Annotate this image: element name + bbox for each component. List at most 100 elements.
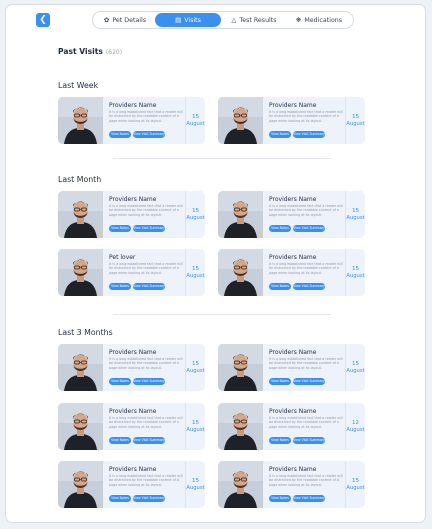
view-notes-button[interactable]: View Notes [109,437,131,444]
provider-name: Providers Name [269,254,317,261]
provider-photo [58,191,103,238]
visit-month: August [186,272,205,279]
provider-photo [218,191,263,238]
view-visit-summary-button[interactable]: View Visit Summary [133,131,165,138]
view-visit-summary-button[interactable]: View Visit Summary [293,131,325,138]
visit-card: Providers Name It is a long established f… [58,461,205,508]
visit-description: It is a long established fact that a rea… [269,416,343,429]
view-visit-summary-button[interactable]: View Visit Summary [133,225,165,232]
pills-icon: ❋ [295,16,302,24]
visit-card: Providers Name It is a long established f… [218,249,365,296]
section-title: Last Month [58,175,102,184]
section-title: Last Week [58,81,99,90]
flask-icon: △ [231,16,237,24]
view-visit-summary-button[interactable]: View Visit Summary [293,437,325,444]
visit-day: 15 [191,477,200,484]
provider-photo [218,249,263,296]
visit-date: 15 August [185,461,205,508]
provider-name: Providers Name [269,196,317,203]
visit-month: August [346,272,365,279]
visit-description: It is a long established fact that a rea… [269,357,343,370]
visit-day: 12 [351,419,360,426]
view-notes-button[interactable]: View Notes [109,131,131,138]
visit-card: Providers Name It is a long established f… [218,461,365,508]
visit-day: 15 [351,113,360,120]
visit-day: 15 [351,477,360,484]
visit-description: It is a long established fact that a rea… [109,357,183,370]
back-arrow-icon[interactable]: ❮ [36,13,50,27]
app-frame: ❮ ✿ Pet Details ▤ Visits △ Test Results … [5,4,426,523]
view-visit-summary-button[interactable]: View Visit Summary [133,378,165,385]
provider-name: Providers Name [109,349,157,356]
visit-date: 15 August [345,97,365,144]
visit-date: 15 August [345,249,365,296]
view-visit-summary-button[interactable]: View Visit Summary [293,378,325,385]
section-title: Last 3 Months [58,328,113,337]
visit-day: 15 [351,207,360,214]
provider-photo [58,461,103,508]
visit-month: August [186,426,205,433]
tab-bar: ✿ Pet Details ▤ Visits △ Test Results ❋ … [92,11,354,29]
provider-photo [218,344,263,391]
visit-card: Providers Name It is a long established f… [58,97,205,144]
view-visit-summary-button[interactable]: View Visit Summary [293,225,325,232]
view-visit-summary-button[interactable]: View Visit Summary [133,437,165,444]
provider-photo [58,403,103,450]
page-title-text: Past Visits [58,47,103,56]
visit-month: August [346,120,365,127]
provider-name: Providers Name [269,466,317,473]
provider-name: Providers Name [109,466,157,473]
view-notes-button[interactable]: View Notes [109,495,131,502]
visit-day: 15 [191,360,200,367]
view-visit-summary-button[interactable]: View Visit Summary [133,495,165,502]
view-notes-button[interactable]: View Notes [109,225,131,232]
visit-card: Providers Name It is a long established f… [58,191,205,238]
section-divider [113,158,331,159]
visit-date: 15 August [185,191,205,238]
visit-day: 15 [351,360,360,367]
section-divider [113,314,331,315]
visit-month: August [186,214,205,221]
visit-month: August [186,120,205,127]
view-notes-button[interactable]: View Notes [109,378,131,385]
view-notes-button[interactable]: View Notes [109,283,131,290]
provider-photo [58,97,103,144]
view-notes-button[interactable]: View Notes [269,495,291,502]
visit-date: 15 August [345,461,365,508]
visit-date: 15 August [185,249,205,296]
visit-month: August [346,367,365,374]
tab-visits[interactable]: ▤ Visits [155,13,221,27]
visit-description: It is a long established fact that a rea… [269,110,343,123]
visit-day: 15 [351,265,360,272]
provider-photo [58,344,103,391]
provider-photo [218,403,263,450]
tab-medications[interactable]: ❋ Medications [287,13,351,27]
visit-description: It is a long established fact that a rea… [109,262,183,275]
visit-description: It is a long established fact that a rea… [109,474,183,487]
provider-photo [218,461,263,508]
visit-date: 15 August [185,344,205,391]
view-notes-button[interactable]: View Notes [269,131,291,138]
visit-card: Providers Name It is a long established f… [218,97,365,144]
tab-label: Visits [184,16,201,24]
provider-name: Providers Name [109,102,157,109]
view-visit-summary-button[interactable]: View Visit Summary [133,283,165,290]
view-notes-button[interactable]: View Notes [269,437,291,444]
visit-description: It is a long established fact that a rea… [109,110,183,123]
visit-month: August [346,214,365,221]
view-notes-button[interactable]: View Notes [269,378,291,385]
visit-card: Providers Name It is a long established f… [218,191,365,238]
visit-month: August [186,367,205,374]
view-visit-summary-button[interactable]: View Visit Summary [293,283,325,290]
visit-description: It is a long established fact that a rea… [269,262,343,275]
tab-pet-details[interactable]: ✿ Pet Details [95,13,155,27]
visit-card: Providers Name It is a long established f… [58,403,205,450]
provider-name: Pet lover [109,254,136,261]
view-visit-summary-button[interactable]: View Visit Summary [293,495,325,502]
visit-count: (620) [105,49,123,56]
visit-day: 15 [191,265,200,272]
view-notes-button[interactable]: View Notes [269,283,291,290]
view-notes-button[interactable]: View Notes [269,225,291,232]
visit-month: August [346,426,365,433]
tab-test-results[interactable]: △ Test Results [221,13,287,27]
